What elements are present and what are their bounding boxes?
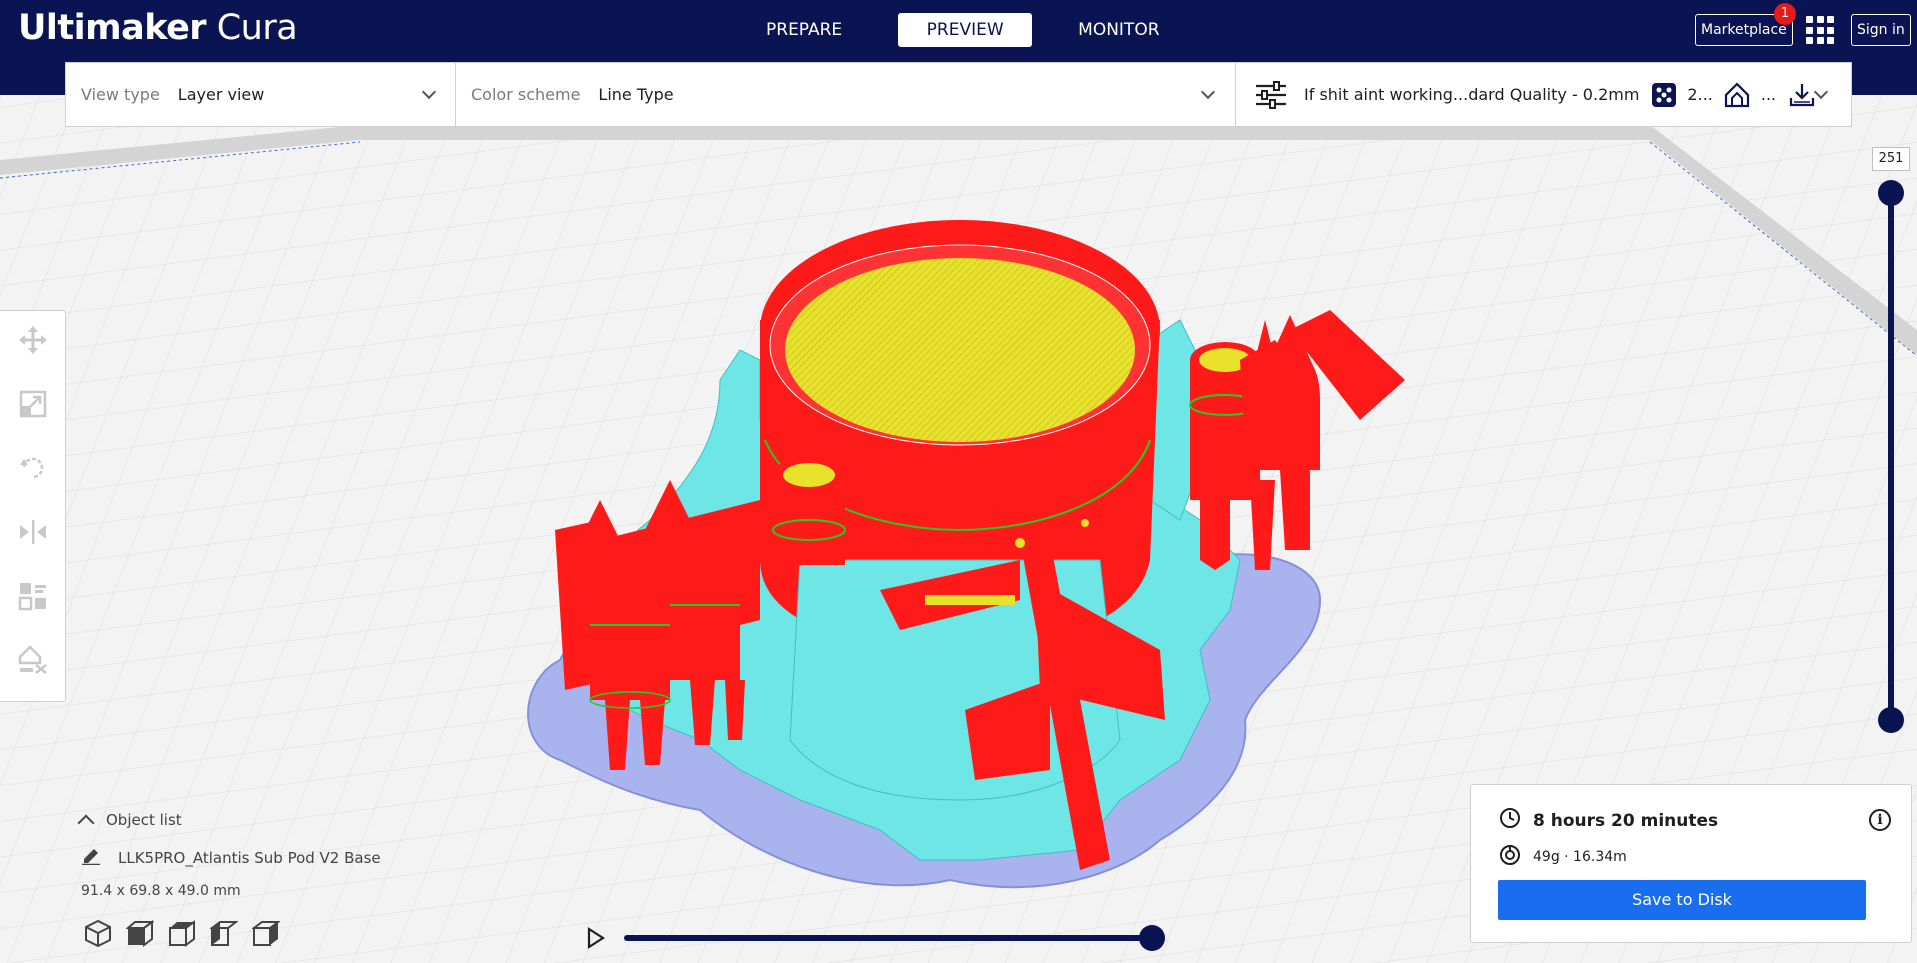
view-right-button[interactable] [251, 920, 281, 950]
save-to-disk-button[interactable]: Save to Disk [1498, 880, 1866, 920]
infill-icon [1651, 82, 1677, 108]
view-type-label: View type [81, 85, 160, 104]
app-logo-brand: Ultimaker [18, 8, 207, 48]
clock-icon [1499, 807, 1521, 834]
tab-prepare[interactable]: PREPARE [740, 13, 868, 47]
scale-tool[interactable] [16, 389, 50, 423]
move-tool[interactable] [16, 325, 50, 359]
adhesion-icon [1788, 81, 1816, 109]
view-type-value: Layer view [177, 85, 265, 104]
pencil-icon [82, 847, 100, 869]
scale-icon [18, 389, 48, 423]
play-icon [586, 926, 606, 954]
material-usage: 49g · 16.34m [1533, 849, 1627, 865]
object-list-toggle[interactable]: Object list [77, 811, 182, 832]
app-logo: Ultimaker Cura [18, 8, 298, 48]
view-3d-icon [84, 919, 112, 951]
info-icon[interactable]: i [1869, 809, 1891, 831]
layer-slider-lower-handle[interactable] [1878, 707, 1904, 733]
view-right-icon [251, 919, 281, 951]
material-row: 49g · 16.34m [1499, 844, 1627, 870]
settings-sliders-icon [1254, 80, 1288, 109]
camera-view-buttons [83, 919, 281, 951]
print-settings-dropdown[interactable]: If shit aint working...dard Quality - 0.… [1236, 63, 1851, 126]
layer-slider-upper-handle[interactable] [1878, 180, 1904, 206]
rotate-tool[interactable] [16, 453, 50, 487]
simulation-slider-handle[interactable] [1139, 925, 1165, 951]
apps-grid-icon[interactable] [1806, 16, 1834, 44]
support-icon [1723, 81, 1751, 109]
simulation-play-button[interactable] [586, 926, 606, 950]
spool-icon [1499, 844, 1521, 870]
app-logo-product: Cura [216, 8, 298, 48]
view-type-dropdown[interactable]: View type Layer view [66, 63, 456, 126]
tab-monitor[interactable]: MONITOR [1052, 13, 1185, 47]
rotate-icon [18, 453, 48, 487]
tab-preview[interactable]: PREVIEW [898, 13, 1033, 47]
view-top-button[interactable] [167, 920, 197, 950]
object-list-item[interactable]: LLK5PRO_Atlantis Sub Pod V2 Base [82, 847, 381, 869]
view-toolbar: View type Layer view Color scheme Line T… [65, 62, 1852, 127]
object-list-label: Object list [106, 811, 182, 829]
color-scheme-dropdown[interactable]: Color scheme Line Type [456, 63, 1236, 126]
view-front-button[interactable] [125, 920, 155, 950]
print-profile-label: If shit aint working...dard Quality - 0.… [1304, 85, 1640, 104]
view-front-icon [125, 919, 155, 951]
support-value: ... [1760, 85, 1777, 104]
view-left-button[interactable] [209, 920, 239, 950]
print-time-row: 8 hours 20 minutes [1499, 807, 1718, 834]
sign-in-button[interactable]: Sign in [1851, 14, 1911, 46]
infill-value: 2... [1687, 85, 1713, 104]
move-icon [18, 325, 48, 359]
mirror-tool[interactable] [16, 517, 50, 551]
stage-tabs: PREPARE PREVIEW MONITOR [740, 13, 1186, 47]
layer-slider-track[interactable] [1888, 190, 1894, 722]
per-model-settings-tool[interactable] [16, 581, 50, 615]
current-layer-input[interactable]: 251 [1872, 147, 1910, 171]
color-scheme-value: Line Type [598, 85, 674, 104]
object-name: LLK5PRO_Atlantis Sub Pod V2 Base [118, 849, 381, 867]
view-left-icon [209, 919, 239, 951]
per-model-settings-icon [18, 581, 48, 615]
chevron-down-icon [421, 84, 437, 100]
print-information-panel: 8 hours 20 minutes i 49g · 16.34m Save t… [1470, 784, 1912, 943]
view-top-icon [168, 919, 196, 951]
chevron-up-icon [77, 814, 95, 832]
color-scheme-label: Color scheme [471, 85, 581, 104]
support-blocker-tool[interactable] [16, 645, 50, 679]
chevron-down-icon [1200, 84, 1216, 100]
simulation-slider-track[interactable] [624, 935, 1152, 941]
print-time: 8 hours 20 minutes [1533, 810, 1719, 831]
tool-panel [0, 310, 66, 702]
marketplace-badge: 1 [1774, 3, 1796, 25]
object-dimensions: 91.4 x 69.8 x 49.0 mm [81, 883, 241, 899]
view-3d-button[interactable] [83, 919, 113, 951]
support-blocker-icon [18, 645, 48, 679]
mirror-icon [18, 517, 48, 551]
